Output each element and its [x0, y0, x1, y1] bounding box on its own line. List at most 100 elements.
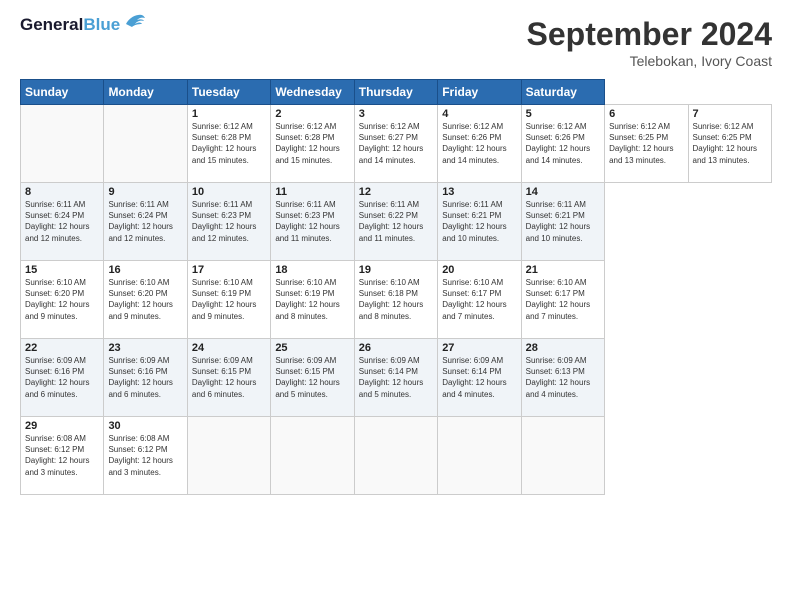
- col-saturday: Saturday: [521, 80, 604, 105]
- day-info: Sunrise: 6:11 AMSunset: 6:24 PMDaylight:…: [108, 199, 182, 244]
- month-title: September 2024: [527, 16, 772, 53]
- table-row: 6Sunrise: 6:12 AMSunset: 6:25 PMDaylight…: [605, 105, 688, 183]
- day-number: 25: [275, 342, 349, 354]
- table-row: 24Sunrise: 6:09 AMSunset: 6:15 PMDayligh…: [187, 339, 270, 417]
- logo-general: General: [20, 15, 83, 34]
- table-row: [104, 105, 187, 183]
- table-row: 9Sunrise: 6:11 AMSunset: 6:24 PMDaylight…: [104, 183, 187, 261]
- table-row: 19Sunrise: 6:10 AMSunset: 6:18 PMDayligh…: [354, 261, 437, 339]
- table-row: 21Sunrise: 6:10 AMSunset: 6:17 PMDayligh…: [521, 261, 604, 339]
- day-info: Sunrise: 6:10 AMSunset: 6:18 PMDaylight:…: [359, 277, 433, 322]
- day-info: Sunrise: 6:09 AMSunset: 6:14 PMDaylight:…: [442, 355, 516, 400]
- calendar-week-2: 8Sunrise: 6:11 AMSunset: 6:24 PMDaylight…: [21, 183, 772, 261]
- day-number: 23: [108, 342, 182, 354]
- calendar-week-3: 15Sunrise: 6:10 AMSunset: 6:20 PMDayligh…: [21, 261, 772, 339]
- table-row: [21, 105, 104, 183]
- table-row: 12Sunrise: 6:11 AMSunset: 6:22 PMDayligh…: [354, 183, 437, 261]
- col-wednesday: Wednesday: [271, 80, 354, 105]
- table-row: 1Sunrise: 6:12 AMSunset: 6:28 PMDaylight…: [187, 105, 270, 183]
- day-number: 16: [108, 264, 182, 276]
- day-number: 22: [25, 342, 99, 354]
- table-row: [354, 417, 437, 495]
- table-row: [271, 417, 354, 495]
- day-number: 14: [526, 186, 600, 198]
- table-row: 16Sunrise: 6:10 AMSunset: 6:20 PMDayligh…: [104, 261, 187, 339]
- table-row: [187, 417, 270, 495]
- day-number: 8: [25, 186, 99, 198]
- day-info: Sunrise: 6:11 AMSunset: 6:23 PMDaylight:…: [275, 199, 349, 244]
- day-number: 3: [359, 108, 433, 120]
- col-tuesday: Tuesday: [187, 80, 270, 105]
- day-number: 12: [359, 186, 433, 198]
- day-number: 6: [609, 108, 683, 120]
- table-row: 15Sunrise: 6:10 AMSunset: 6:20 PMDayligh…: [21, 261, 104, 339]
- day-info: Sunrise: 6:12 AMSunset: 6:26 PMDaylight:…: [526, 121, 600, 166]
- logo: GeneralBlue: [20, 16, 146, 35]
- table-row: 28Sunrise: 6:09 AMSunset: 6:13 PMDayligh…: [521, 339, 604, 417]
- day-number: 20: [442, 264, 516, 276]
- day-number: 19: [359, 264, 433, 276]
- location: Telebokan, Ivory Coast: [527, 53, 772, 69]
- day-info: Sunrise: 6:11 AMSunset: 6:21 PMDaylight:…: [442, 199, 516, 244]
- day-info: Sunrise: 6:10 AMSunset: 6:20 PMDaylight:…: [25, 277, 99, 322]
- table-row: 18Sunrise: 6:10 AMSunset: 6:19 PMDayligh…: [271, 261, 354, 339]
- day-info: Sunrise: 6:12 AMSunset: 6:25 PMDaylight:…: [609, 121, 683, 166]
- table-row: 20Sunrise: 6:10 AMSunset: 6:17 PMDayligh…: [438, 261, 521, 339]
- day-info: Sunrise: 6:11 AMSunset: 6:22 PMDaylight:…: [359, 199, 433, 244]
- day-info: Sunrise: 6:12 AMSunset: 6:26 PMDaylight:…: [442, 121, 516, 166]
- day-info: Sunrise: 6:12 AMSunset: 6:27 PMDaylight:…: [359, 121, 433, 166]
- day-number: 28: [526, 342, 600, 354]
- table-row: 8Sunrise: 6:11 AMSunset: 6:24 PMDaylight…: [21, 183, 104, 261]
- table-row: 23Sunrise: 6:09 AMSunset: 6:16 PMDayligh…: [104, 339, 187, 417]
- calendar-week-1: 1 Sunrise: 6:12 AMSunset: 6:28 PMDaylight…: [21, 105, 772, 183]
- table-row: 27Sunrise: 6:09 AMSunset: 6:14 PMDayligh…: [438, 339, 521, 417]
- day-number: 29: [25, 420, 99, 432]
- day-info: Sunrise: 6:09 AMSunset: 6:16 PMDaylight:…: [25, 355, 99, 400]
- day-number: 9: [108, 186, 182, 198]
- day-number: 24: [192, 342, 266, 354]
- day-number: 27: [442, 342, 516, 354]
- day-info: Sunrise: 6:10 AMSunset: 6:17 PMDaylight:…: [442, 277, 516, 322]
- day-number: 2: [275, 108, 349, 120]
- day-info: Sunrise: 6:10 AMSunset: 6:17 PMDaylight:…: [526, 277, 600, 322]
- calendar-week-5: 29Sunrise: 6:08 AMSunset: 6:12 PMDayligh…: [21, 417, 772, 495]
- table-row: 26Sunrise: 6:09 AMSunset: 6:14 PMDayligh…: [354, 339, 437, 417]
- day-number: 5: [526, 108, 600, 120]
- table-row: 29Sunrise: 6:08 AMSunset: 6:12 PMDayligh…: [21, 417, 104, 495]
- table-row: 22Sunrise: 6:09 AMSunset: 6:16 PMDayligh…: [21, 339, 104, 417]
- header: GeneralBlue September 2024 Telebokan, Iv…: [20, 16, 772, 69]
- day-info: Sunrise: 6:08 AMSunset: 6:12 PMDaylight:…: [25, 433, 99, 478]
- day-info: Sunrise: 6:10 AMSunset: 6:19 PMDaylight:…: [275, 277, 349, 322]
- table-row: 13Sunrise: 6:11 AMSunset: 6:21 PMDayligh…: [438, 183, 521, 261]
- table-row: 2Sunrise: 6:12 AMSunset: 6:28 PMDaylight…: [271, 105, 354, 183]
- col-friday: Friday: [438, 80, 521, 105]
- table-row: 25Sunrise: 6:09 AMSunset: 6:15 PMDayligh…: [271, 339, 354, 417]
- day-info: Sunrise: 6:09 AMSunset: 6:15 PMDaylight:…: [192, 355, 266, 400]
- table-row: [521, 417, 604, 495]
- logo-bird-icon: [124, 12, 146, 33]
- day-number: 26: [359, 342, 433, 354]
- day-info: Sunrise: 6:09 AMSunset: 6:16 PMDaylight:…: [108, 355, 182, 400]
- day-info: Sunrise: 6:12 AMSunset: 6:28 PMDaylight:…: [275, 121, 349, 166]
- day-number: 10: [192, 186, 266, 198]
- table-row: 11Sunrise: 6:11 AMSunset: 6:23 PMDayligh…: [271, 183, 354, 261]
- calendar-page: GeneralBlue September 2024 Telebokan, Iv…: [0, 0, 792, 612]
- logo-blue: Blue: [83, 15, 120, 34]
- table-row: 17Sunrise: 6:10 AMSunset: 6:19 PMDayligh…: [187, 261, 270, 339]
- table-row: [438, 417, 521, 495]
- col-thursday: Thursday: [354, 80, 437, 105]
- day-info: Sunrise: 6:09 AMSunset: 6:14 PMDaylight:…: [359, 355, 433, 400]
- day-info: Sunrise: 6:10 AMSunset: 6:20 PMDaylight:…: [108, 277, 182, 322]
- day-number: 15: [25, 264, 99, 276]
- col-sunday: Sunday: [21, 80, 104, 105]
- day-info: Sunrise: 6:11 AMSunset: 6:24 PMDaylight:…: [25, 199, 99, 244]
- header-row: Sunday Monday Tuesday Wednesday Thursday…: [21, 80, 772, 105]
- day-number: 11: [275, 186, 349, 198]
- day-info: Sunrise: 6:10 AMSunset: 6:19 PMDaylight:…: [192, 277, 266, 322]
- table-row: 14Sunrise: 6:11 AMSunset: 6:21 PMDayligh…: [521, 183, 604, 261]
- day-number: 18: [275, 264, 349, 276]
- table-row: 3Sunrise: 6:12 AMSunset: 6:27 PMDaylight…: [354, 105, 437, 183]
- col-monday: Monday: [104, 80, 187, 105]
- day-number: 13: [442, 186, 516, 198]
- day-number: 1: [192, 108, 266, 120]
